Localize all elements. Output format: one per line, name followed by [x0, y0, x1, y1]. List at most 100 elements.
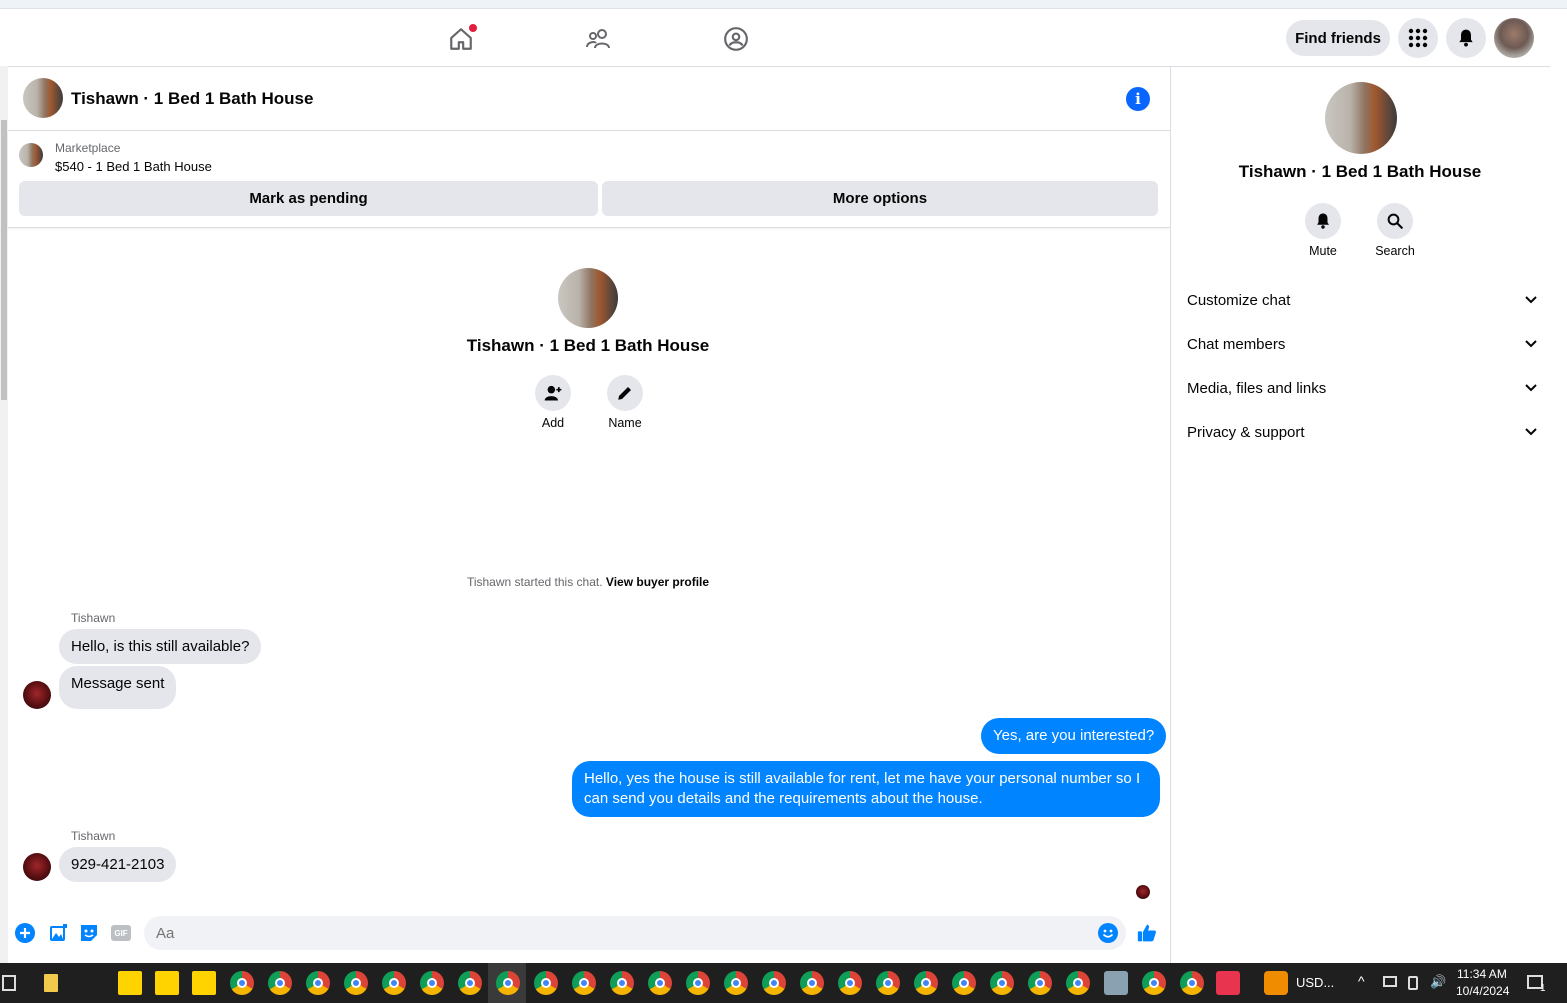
chrome-icon[interactable] [1180, 971, 1204, 995]
task-view-icon[interactable] [2, 975, 16, 991]
clock-date[interactable]: 10/4/2024 [1456, 984, 1509, 998]
app-icon[interactable] [1104, 971, 1128, 995]
chat-avatar[interactable] [23, 78, 63, 118]
outgoing-message-bubble[interactable]: Yes, are you interested? [981, 718, 1167, 754]
seen-receipt-avatar [1136, 885, 1150, 899]
mute-bell-icon[interactable] [1305, 203, 1341, 239]
chrome-icon[interactable] [458, 971, 482, 995]
search-icon[interactable] [1377, 203, 1413, 239]
section-label: Customize chat [1187, 291, 1291, 309]
customize-chat-section[interactable]: Customize chat [1187, 289, 1537, 311]
privacy-support-section[interactable]: Privacy & support [1187, 421, 1537, 443]
account-avatar[interactable] [1494, 18, 1534, 58]
browser-top-strip [0, 0, 1567, 9]
thumbs-up-icon[interactable] [1137, 923, 1157, 943]
chrome-icon[interactable] [268, 971, 292, 995]
chrome-icon[interactable] [1142, 971, 1166, 995]
home-notification-dot [469, 24, 477, 32]
plus-circle-icon[interactable] [15, 923, 35, 943]
message-sender-name: Tishawn [71, 611, 116, 625]
chrome-icon[interactable] [230, 971, 254, 995]
mute-label: Mute [1309, 244, 1337, 258]
more-options-button[interactable]: More options [602, 181, 1158, 216]
chrome-icon[interactable] [876, 971, 900, 995]
friends-icon[interactable] [583, 23, 615, 55]
chevron-down-icon [1525, 296, 1537, 304]
outgoing-message-bubble[interactable]: Hello, yes the house is still available … [572, 761, 1160, 817]
chat-header: Tishawn · 1 Bed 1 Bath House i [8, 66, 1170, 131]
sender-avatar[interactable] [23, 853, 51, 881]
media-files-links-section[interactable]: Media, files and links [1187, 377, 1537, 399]
windows-taskbar: USD... ^ 🔊 11:34 AM 10/4/2024 1 [0, 963, 1567, 1003]
chrome-icon[interactable] [496, 971, 520, 995]
info-icon[interactable]: i [1126, 87, 1150, 111]
chrome-icon[interactable] [686, 971, 710, 995]
groups-icon[interactable] [720, 23, 752, 55]
chrome-icon[interactable] [306, 971, 330, 995]
conversation-profile-avatar[interactable] [558, 268, 618, 328]
find-friends-button[interactable]: Find friends [1286, 20, 1390, 56]
chrome-icon[interactable] [610, 971, 634, 995]
message-composer: GIF [8, 913, 1170, 953]
anydesk-icon[interactable] [1216, 971, 1240, 995]
chrome-icon[interactable] [534, 971, 558, 995]
view-buyer-profile-link[interactable]: View buyer profile [606, 575, 709, 589]
sticky-notes-icon[interactable] [118, 971, 142, 995]
volume-icon[interactable]: 🔊 [1430, 974, 1446, 990]
chrome-icon[interactable] [914, 971, 938, 995]
gif-label: GIF [111, 925, 131, 941]
left-scrollbar-thumb[interactable] [1, 120, 7, 400]
device-icon[interactable] [1408, 976, 1418, 990]
section-label: Chat members [1187, 335, 1286, 353]
chevron-down-icon [1525, 428, 1537, 436]
chrome-icon[interactable] [800, 971, 824, 995]
chrome-icon[interactable] [724, 971, 748, 995]
network-icon[interactable] [1383, 976, 1397, 987]
chrome-icon[interactable] [344, 971, 368, 995]
page-scrollbar[interactable] [1550, 9, 1567, 963]
listing-description[interactable]: $540 - 1 Bed 1 Bath House [55, 159, 212, 174]
add-person-icon[interactable] [535, 375, 571, 411]
sticky-notes-icon[interactable] [192, 971, 216, 995]
currency-widget-icon[interactable] [1264, 971, 1288, 995]
message-sender-name: Tishawn [71, 829, 116, 843]
mark-as-pending-button[interactable]: Mark as pending [19, 181, 598, 216]
section-label: Privacy & support [1187, 423, 1305, 441]
clock-time[interactable]: 11:34 AM [1457, 967, 1507, 981]
chrome-icon[interactable] [648, 971, 672, 995]
chrome-icon[interactable] [952, 971, 976, 995]
chrome-icon[interactable] [990, 971, 1014, 995]
home-icon[interactable] [445, 23, 477, 55]
incoming-message-bubble[interactable]: 929-421-2103 [59, 847, 177, 882]
sender-avatar[interactable] [23, 681, 51, 709]
chrome-icon[interactable] [1028, 971, 1052, 995]
edit-name-pencil-icon[interactable] [607, 375, 643, 411]
incoming-message-bubble[interactable]: Message sent [59, 666, 177, 709]
chrome-icon[interactable] [762, 971, 786, 995]
right-panel-divider [1170, 66, 1171, 963]
chat-title[interactable]: Tishawn · 1 Bed 1 Bath House [71, 89, 313, 109]
listing-thumbnail[interactable] [19, 143, 43, 167]
chevron-up-icon[interactable]: ^ [1358, 973, 1365, 989]
details-avatar[interactable] [1325, 82, 1397, 154]
notifications-bell-icon[interactable] [1446, 18, 1486, 58]
menu-grid-icon[interactable] [1398, 18, 1438, 58]
message-input[interactable] [144, 916, 1126, 950]
incoming-message-bubble[interactable]: Hello, is this still available? [59, 629, 262, 664]
currency-widget-label[interactable]: USD... [1296, 975, 1334, 990]
listing-category: Marketplace [55, 141, 121, 155]
search-label: Search [1375, 244, 1415, 258]
chrome-icon[interactable] [382, 971, 406, 995]
chrome-icon[interactable] [838, 971, 862, 995]
chrome-icon[interactable] [1066, 971, 1090, 995]
gif-icon[interactable]: GIF [110, 923, 132, 943]
chrome-icon[interactable] [572, 971, 596, 995]
chat-members-section[interactable]: Chat members [1187, 333, 1537, 355]
chrome-icon[interactable] [420, 971, 444, 995]
photo-gallery-icon[interactable] [48, 923, 68, 943]
file-explorer-icon[interactable] [44, 974, 58, 992]
emoji-icon[interactable] [1098, 923, 1118, 943]
sticker-icon[interactable] [79, 923, 99, 943]
chat-started-note: Tishawn started this chat. View buyer pr… [300, 575, 876, 589]
sticky-notes-icon[interactable] [155, 971, 179, 995]
